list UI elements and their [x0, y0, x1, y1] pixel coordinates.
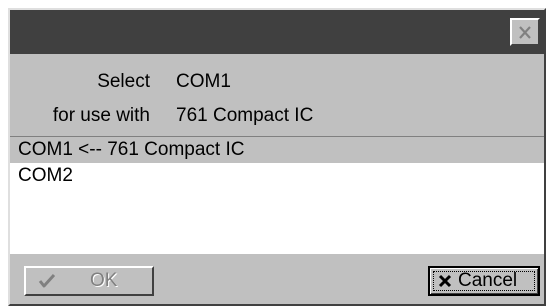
close-icon — [518, 25, 532, 39]
for-use-row: for use with 761 Compact IC — [10, 102, 546, 130]
checkmark-icon — [38, 273, 56, 289]
cancel-button-label: Cancel — [458, 270, 518, 291]
x-icon — [438, 274, 452, 288]
for-use-label: for use with — [52, 105, 150, 126]
ok-button-label: OK — [90, 270, 118, 291]
list-item-com1[interactable]: COM1 <-- 761 Compact IC — [10, 137, 544, 163]
cancel-button[interactable]: Cancel — [428, 266, 540, 296]
for-use-value: 761 Compact IC — [176, 105, 314, 126]
title-bar[interactable] — [10, 10, 544, 54]
select-label: Select — [97, 71, 150, 92]
ok-button[interactable]: OK — [24, 266, 154, 296]
list-item-com2[interactable]: COM2 — [10, 163, 544, 189]
com-port-dialog: Select COM1 for use with 761 Compact IC … — [8, 8, 546, 306]
select-row: Select COM1 — [10, 68, 546, 96]
select-value: COM1 — [176, 71, 231, 92]
port-listbox[interactable]: COM1 <-- 761 Compact IC COM2 — [10, 136, 544, 254]
close-button[interactable] — [510, 18, 540, 46]
